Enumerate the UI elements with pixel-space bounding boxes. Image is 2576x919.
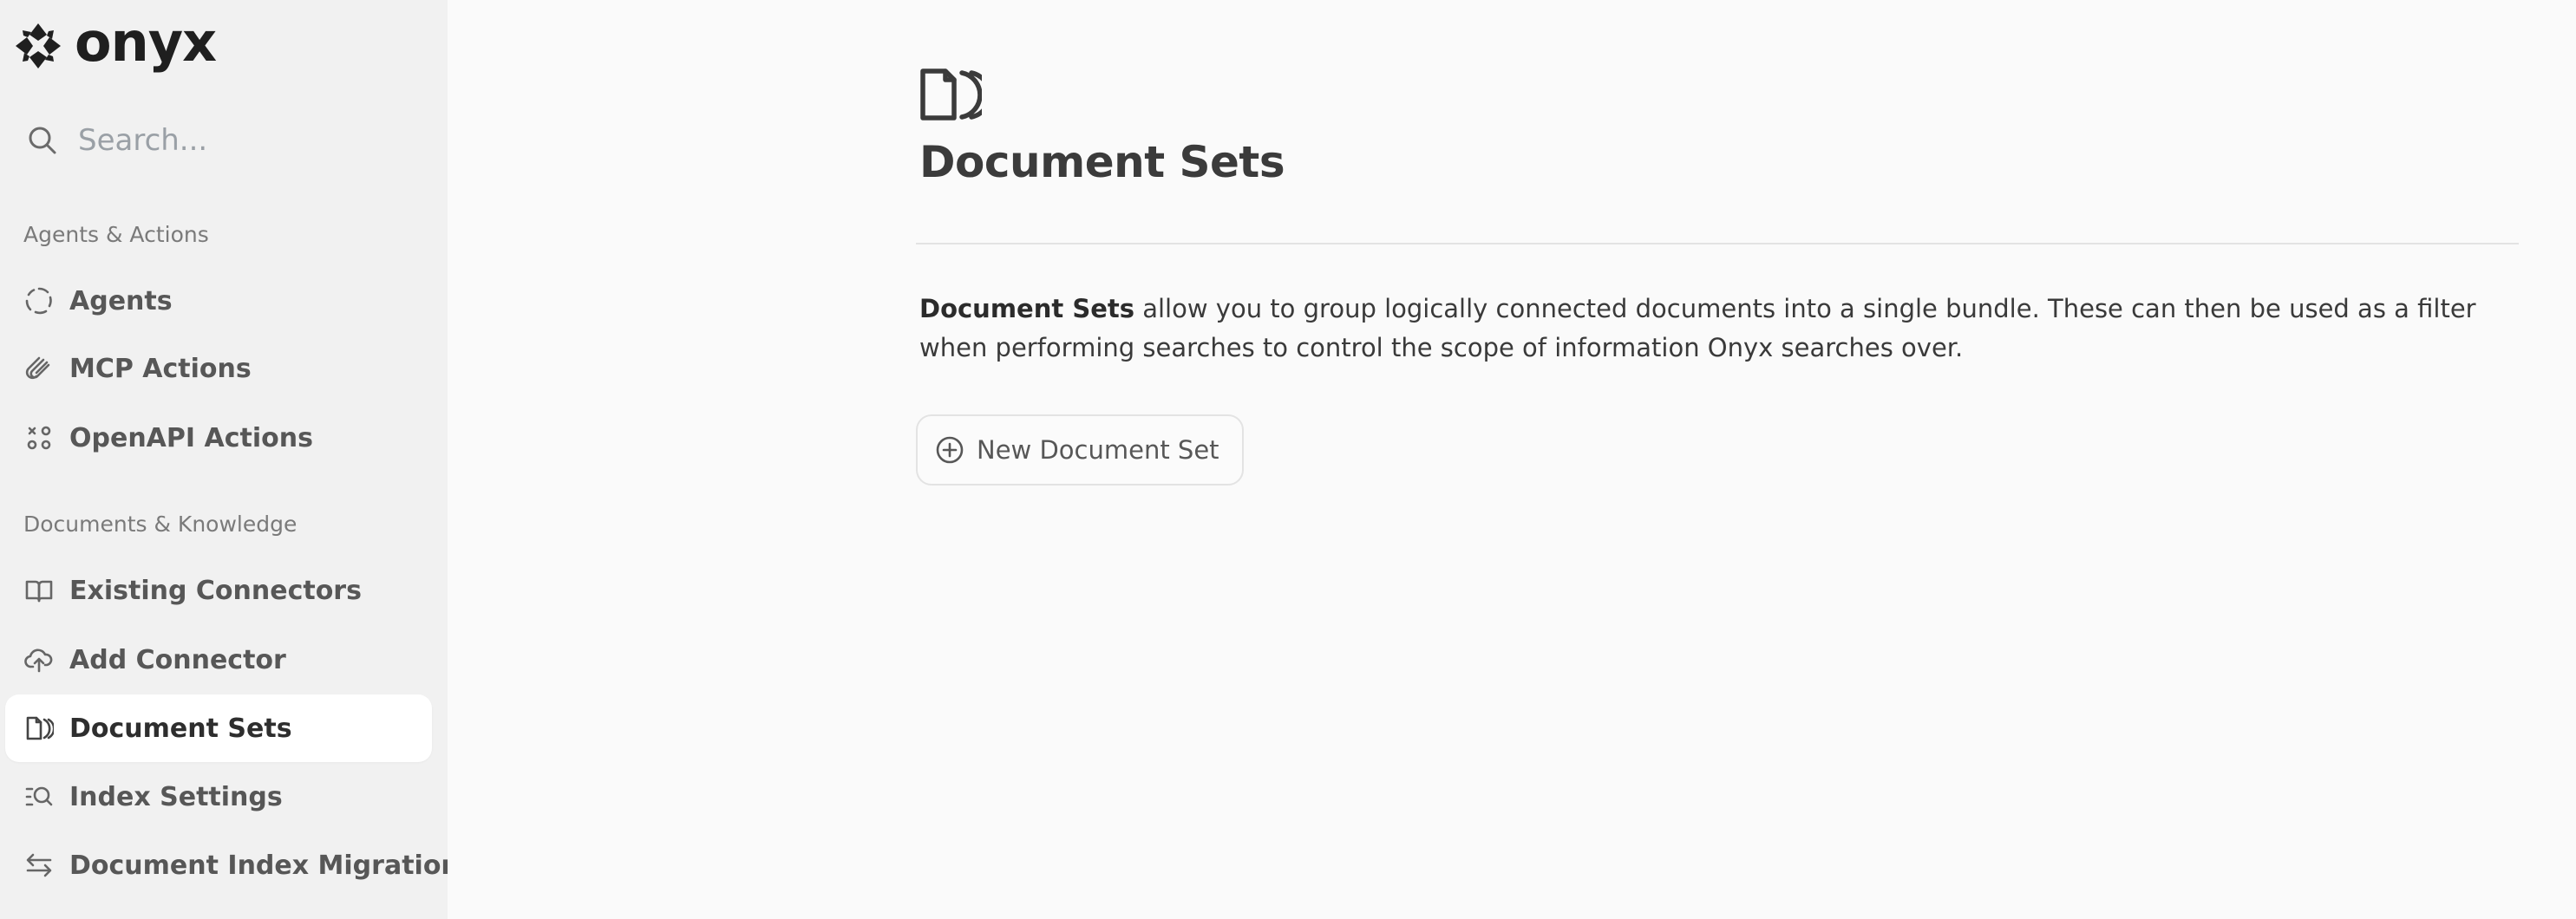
sidebar-item-label: Index Settings <box>69 781 283 812</box>
sidebar-item-label: Existing Connectors <box>69 575 362 606</box>
paperclip-icon <box>23 352 56 385</box>
list-search-icon <box>23 780 56 813</box>
document-stack-icon <box>23 712 56 745</box>
agents-circle-icon <box>23 284 56 317</box>
actions-nodes-icon <box>23 421 56 454</box>
new-document-set-button[interactable]: New Document Set <box>916 414 1244 486</box>
sidebar-item-document-index-migration[interactable]: Document Index Migration <box>5 831 448 899</box>
sidebar-item-add-connector[interactable]: Add Connector <box>5 626 432 694</box>
sidebar: onyx Agents & Actions Agents <box>0 0 448 919</box>
onyx-logo-icon <box>16 23 61 68</box>
brand[interactable]: onyx <box>12 10 217 74</box>
sidebar-item-label: Agents <box>69 285 173 316</box>
sidebar-item-mcp-actions[interactable]: MCP Actions <box>5 335 432 402</box>
page-description: Document Sets allow you to group logical… <box>919 290 2481 368</box>
sidebar-search[interactable] <box>26 118 425 163</box>
sidebar-item-openapi-actions[interactable]: OpenAPI Actions <box>5 404 432 472</box>
sidebar-item-label: Document Sets <box>69 713 292 744</box>
sidebar-item-label: Document Index Migration <box>69 850 448 881</box>
main-content: Document Sets Document Sets allow you to… <box>448 0 2576 919</box>
search-icon <box>29 127 56 154</box>
sidebar-item-agents[interactable]: Agents <box>5 267 432 335</box>
sidebar-item-label: MCP Actions <box>69 353 252 384</box>
sidebar-item-document-sets[interactable]: Document Sets <box>5 694 432 762</box>
sidebar-item-existing-connectors[interactable]: Existing Connectors <box>5 557 432 624</box>
cloud-upload-icon <box>23 643 56 676</box>
swap-arrows-icon <box>23 849 56 882</box>
sidebar-item-label: OpenAPI Actions <box>69 422 313 453</box>
document-stack-icon <box>920 68 982 121</box>
plus-circle-icon <box>936 436 964 464</box>
description-text: allow you to group logically connected d… <box>919 294 2476 362</box>
sidebar-item-label: Add Connector <box>69 644 286 675</box>
search-input[interactable] <box>78 123 408 158</box>
sidebar-item-index-settings[interactable]: Index Settings <box>5 763 432 831</box>
section-label-agents-actions: Agents & Actions <box>23 222 209 247</box>
section-label-documents-knowledge: Documents & Knowledge <box>23 512 297 537</box>
description-strong: Document Sets <box>919 294 1135 323</box>
app-root: onyx Agents & Actions Agents <box>0 0 2576 919</box>
new-document-set-label: New Document Set <box>977 435 1219 465</box>
divider <box>916 243 2519 244</box>
open-book-icon <box>23 574 56 607</box>
page-title: Document Sets <box>919 137 1285 187</box>
brand-name: onyx <box>75 10 217 74</box>
